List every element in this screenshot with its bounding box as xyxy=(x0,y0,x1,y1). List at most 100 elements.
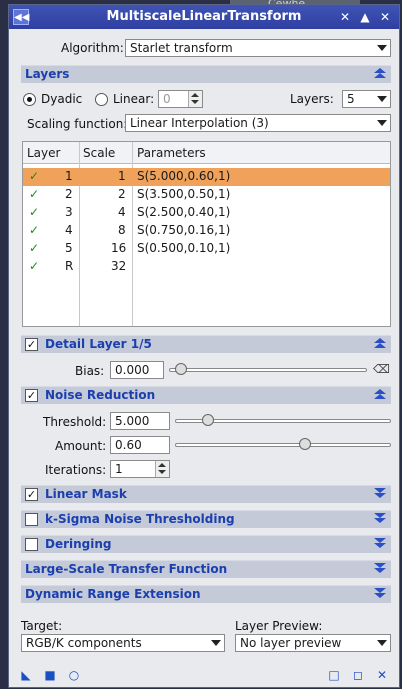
scaling-function-value: Linear Interpolation (3) xyxy=(130,116,269,130)
parameters-cell: S(3.500,0.50,1) xyxy=(137,187,231,201)
deringing-section-header[interactable]: Deringing xyxy=(21,535,391,553)
apply-global-icon[interactable]: ■ xyxy=(43,668,57,682)
collapse-section-icon[interactable] xyxy=(374,338,386,350)
chevron-down-icon xyxy=(377,640,387,646)
table-row[interactable]: ✓ 1 1 S(5.000,0.60,1) xyxy=(23,168,390,186)
table-row[interactable]: ✓ 4 8 S(0.750,0.16,1) xyxy=(23,222,390,240)
scale-cell: 32 xyxy=(111,259,127,273)
ksigma-section-header[interactable]: k-Sigma Noise Thresholding xyxy=(21,510,391,528)
amount-input[interactable]: 0.60 xyxy=(110,436,170,454)
real-time-preview-icon[interactable]: ○ xyxy=(67,668,81,682)
section-title: Noise Reduction xyxy=(45,388,156,402)
ksigma-checkbox[interactable] xyxy=(25,513,38,526)
enabled-check-icon[interactable]: ✓ xyxy=(29,205,39,219)
layers-section-header[interactable]: Layers xyxy=(21,65,391,83)
enabled-check-icon[interactable]: ✓ xyxy=(29,259,39,273)
scale-cell: 4 xyxy=(118,205,126,219)
expand-section-icon[interactable] xyxy=(374,563,386,575)
bias-input[interactable]: 0.000 xyxy=(110,361,164,379)
collapse-section-icon[interactable] xyxy=(374,68,386,80)
target-value: RGB/K components xyxy=(26,636,142,650)
expand-section-icon[interactable] xyxy=(374,488,386,500)
threshold-slider[interactable] xyxy=(175,414,391,426)
linear-value: 0 xyxy=(163,92,171,106)
layer-cell: 5 xyxy=(65,241,73,255)
enabled-check-icon[interactable]: ✓ xyxy=(29,169,39,183)
collapse-section-icon[interactable] xyxy=(374,389,386,401)
column-header-scale: Scale xyxy=(83,146,116,160)
layer-cell: 4 xyxy=(65,223,73,237)
amount-slider[interactable] xyxy=(175,438,391,450)
expand-section-icon[interactable] xyxy=(374,513,386,525)
parameters-cell: S(0.750,0.16,1) xyxy=(137,223,231,237)
expand-section-icon[interactable] xyxy=(374,538,386,550)
scale-cell: 16 xyxy=(111,241,127,255)
enabled-check-icon[interactable]: ✓ xyxy=(29,241,39,255)
scale-cell: 2 xyxy=(118,187,126,201)
target-select[interactable]: RGB/K components xyxy=(21,634,225,652)
detail-layer-checkbox[interactable]: ✓ xyxy=(25,338,38,351)
scaling-function-select[interactable]: Linear Interpolation (3) xyxy=(125,114,391,132)
browse-documentation-icon[interactable]: □ xyxy=(327,668,341,682)
linear-spinbox[interactable]: 0 xyxy=(158,90,203,108)
table-row[interactable]: ✓ R 32 xyxy=(23,258,390,276)
title-bar[interactable]: ◀◀ MultiscaleLinearTransform ✕ ▲ ✕ xyxy=(9,5,399,29)
layer-cell: 3 xyxy=(65,205,73,219)
threshold-value: 5.000 xyxy=(115,414,150,428)
clear-icon[interactable]: ⌫ xyxy=(373,362,390,376)
column-header-parameters: Parameters xyxy=(137,146,206,160)
linear-mask-checkbox[interactable]: ✓ xyxy=(25,488,38,501)
linear-mask-section-header[interactable]: ✓ Linear Mask xyxy=(21,485,391,503)
shade-icon[interactable]: ✕ xyxy=(337,9,353,25)
table-row[interactable]: ✓ 3 4 S(2.500,0.40,1) xyxy=(23,204,390,222)
bottom-toolbar: ◣ ■ ○ □ ◻ ✕ xyxy=(9,663,399,687)
algorithm-select[interactable]: Starlet transform xyxy=(125,39,391,57)
iterations-value: 1 xyxy=(115,462,123,476)
enabled-check-icon[interactable]: ✓ xyxy=(29,223,39,237)
deringing-checkbox[interactable] xyxy=(25,538,38,551)
table-row[interactable]: ✓ 5 16 S(0.500,0.10,1) xyxy=(23,240,390,258)
dyadic-radio[interactable] xyxy=(23,93,36,106)
layer-preview-label: Layer Preview: xyxy=(235,619,323,633)
noise-reduction-section-header[interactable]: ✓ Noise Reduction xyxy=(21,386,391,404)
noise-reduction-checkbox[interactable]: ✓ xyxy=(25,389,38,402)
chevron-down-icon xyxy=(377,45,387,51)
collapse-icon[interactable]: ▲ xyxy=(357,9,373,25)
layer-cell: 2 xyxy=(65,187,73,201)
enabled-check-icon[interactable]: ✓ xyxy=(29,187,39,201)
layers-count-value: 5 xyxy=(347,92,355,106)
layers-table[interactable]: Layer Scale Parameters ✓ 1 1 S(5.000,0.6… xyxy=(22,141,391,327)
bias-value: 0.000 xyxy=(115,363,150,377)
iterations-spinbox[interactable]: 1 xyxy=(110,460,170,478)
detail-layer-section-header[interactable]: ✓ Detail Layer 1/5 xyxy=(21,335,391,353)
bias-slider[interactable] xyxy=(169,363,367,375)
layer-preview-select[interactable]: No layer preview xyxy=(235,634,391,652)
column-header-layer: Layer xyxy=(27,146,61,160)
new-instance-icon[interactable]: ◣ xyxy=(19,668,33,682)
layer-cell: R xyxy=(65,259,74,273)
parameters-cell: S(5.000,0.60,1) xyxy=(137,169,231,183)
slider-handle[interactable] xyxy=(175,363,187,375)
linear-label: Linear: xyxy=(113,92,155,106)
slider-handle[interactable] xyxy=(202,414,214,426)
dynamic-range-section-header[interactable]: Dynamic Range Extension xyxy=(21,585,391,603)
slider-handle[interactable] xyxy=(299,438,311,450)
iterations-label: Iterations: xyxy=(45,463,107,477)
layers-count-select[interactable]: 5 xyxy=(342,90,391,108)
threshold-input[interactable]: 5.000 xyxy=(110,412,170,430)
expand-section-icon[interactable] xyxy=(374,588,386,600)
table-row[interactable]: ✓ 2 2 S(3.500,0.50,1) xyxy=(23,186,390,204)
algorithm-label: Algorithm: xyxy=(61,41,124,55)
large-scale-section-header[interactable]: Large-Scale Transfer Function xyxy=(21,560,391,578)
scaling-function-label: Scaling function: xyxy=(27,117,128,131)
linear-radio[interactable] xyxy=(95,93,108,106)
section-title: k-Sigma Noise Thresholding xyxy=(45,512,235,526)
track-view-icon[interactable]: ◻ xyxy=(351,668,365,682)
layer-preview-value: No layer preview xyxy=(240,636,342,650)
close-icon[interactable]: ✕ xyxy=(377,9,393,25)
threshold-label: Threshold: xyxy=(43,415,107,429)
reset-icon[interactable]: ✕ xyxy=(375,668,389,682)
dyadic-label: Dyadic xyxy=(41,92,83,106)
process-window: ◀◀ MultiscaleLinearTransform ✕ ▲ ✕ Algor… xyxy=(8,4,400,688)
chevron-down-icon xyxy=(377,96,387,102)
